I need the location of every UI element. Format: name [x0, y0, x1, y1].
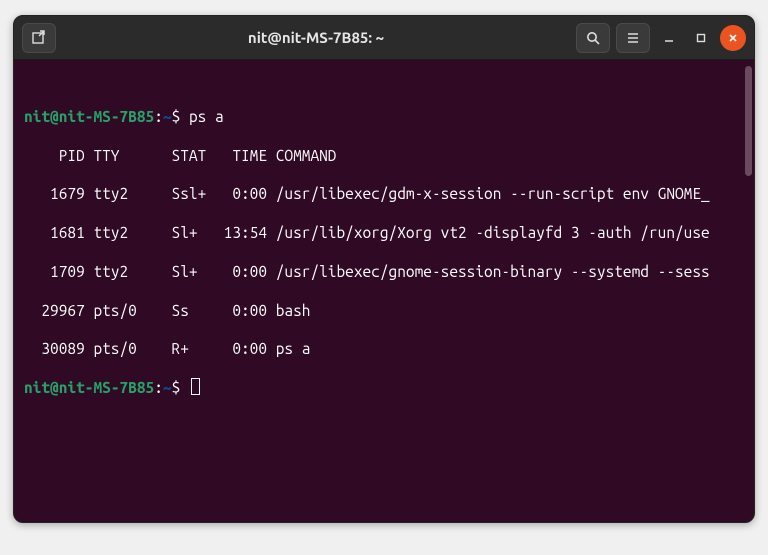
- prompt-line-1: nit@nit-MS-7B85:~$ ps a: [24, 107, 744, 126]
- titlebar: nit@nit-MS-7B85: ~: [14, 16, 754, 60]
- terminal-window: nit@nit-MS-7B85: ~: [13, 15, 755, 523]
- window-title: nit@nit-MS-7B85: ~: [62, 29, 570, 46]
- search-button[interactable]: [576, 23, 610, 53]
- minimize-button[interactable]: [656, 25, 682, 51]
- ps-row: 1681 tty2 Sl+ 13:54 /usr/lib/xorg/Xorg v…: [24, 223, 744, 242]
- cursor: [191, 378, 200, 395]
- prompt-at: @: [50, 379, 59, 396]
- command-text: ps a: [189, 108, 224, 125]
- prompt-path: ~: [163, 108, 172, 125]
- terminal-body[interactable]: nit@nit-MS-7B85:~$ ps a PID TTY STAT TIM…: [14, 60, 754, 522]
- prompt-path: ~: [163, 379, 172, 396]
- ps-row: 1709 tty2 Sl+ 0:00 /usr/libexec/gnome-se…: [24, 262, 744, 281]
- ps-row: 29967 pts/0 Ss 0:00 bash: [24, 301, 744, 320]
- ps-row: 1679 tty2 Ssl+ 0:00 /usr/libexec/gdm-x-s…: [24, 184, 744, 203]
- prompt-user: nit: [24, 379, 50, 396]
- prompt-user: nit: [24, 108, 50, 125]
- ps-header: PID TTY STAT TIME COMMAND: [24, 146, 744, 165]
- new-tab-button[interactable]: [22, 23, 56, 53]
- minimize-icon: [663, 32, 675, 44]
- ps-row: 30089 pts/0 R+ 0:00 ps a: [24, 339, 744, 358]
- new-tab-icon: [31, 30, 47, 46]
- search-icon: [585, 30, 601, 46]
- prompt-dollar: $: [172, 379, 181, 396]
- titlebar-right: [576, 23, 746, 53]
- close-button[interactable]: [720, 25, 746, 51]
- prompt-host: nit-MS-7B85: [59, 379, 154, 396]
- prompt-at: @: [50, 108, 59, 125]
- prompt-dollar: $: [172, 108, 181, 125]
- prompt-host: nit-MS-7B85: [59, 108, 154, 125]
- hamburger-icon: [625, 30, 641, 46]
- prompt-line-2: nit@nit-MS-7B85:~$: [24, 378, 744, 397]
- close-icon: [727, 32, 739, 44]
- prompt-colon: :: [154, 379, 163, 396]
- scrollbar-thumb[interactable]: [745, 66, 752, 176]
- menu-button[interactable]: [616, 23, 650, 53]
- maximize-button[interactable]: [688, 25, 714, 51]
- prompt-colon: :: [154, 108, 163, 125]
- maximize-icon: [695, 32, 707, 44]
